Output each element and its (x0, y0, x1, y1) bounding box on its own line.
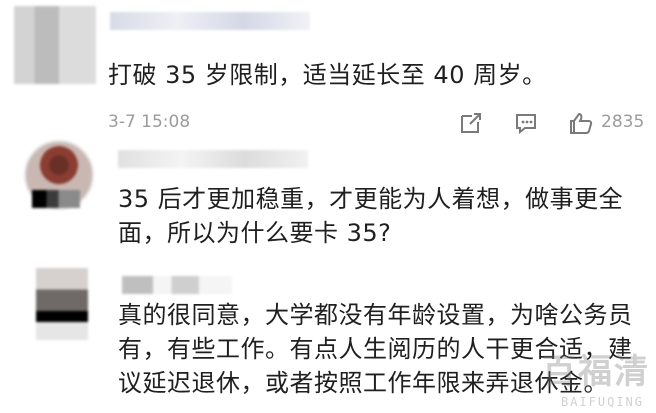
reply-icon[interactable] (513, 110, 539, 141)
comment-text: 打破 35 岁限制，适当延长至 40 周岁。 (108, 61, 547, 89)
timestamp: 3-7 15:08 (108, 112, 191, 132)
share-icon[interactable] (458, 110, 484, 141)
like-count: 2835 (601, 112, 645, 132)
reply-line: 真的很同意，大学都没有年龄设置，为啥公务员 (118, 301, 633, 329)
reply-line: 面，所以为什么要卡 35? (118, 219, 392, 247)
watermark-subtext: BAIFUQING (560, 395, 644, 409)
avatar[interactable] (36, 268, 88, 340)
username[interactable] (110, 12, 310, 30)
avatar[interactable] (24, 140, 94, 222)
avatar[interactable] (14, 6, 96, 84)
like-icon[interactable] (568, 110, 594, 141)
reply-line: 35 后才更加稳重，才更能为人着想，做事更全 (118, 185, 624, 213)
watermark: 百福清 (542, 352, 650, 392)
username[interactable] (118, 150, 308, 168)
reply-text: 35 后才更加稳重，才更能为人着想，做事更全 面，所以为什么要卡 35? (118, 182, 638, 250)
username[interactable] (122, 276, 232, 294)
avatar-mosaic (32, 190, 80, 208)
comment-meta: 3-7 15:08 2835 (108, 110, 648, 136)
